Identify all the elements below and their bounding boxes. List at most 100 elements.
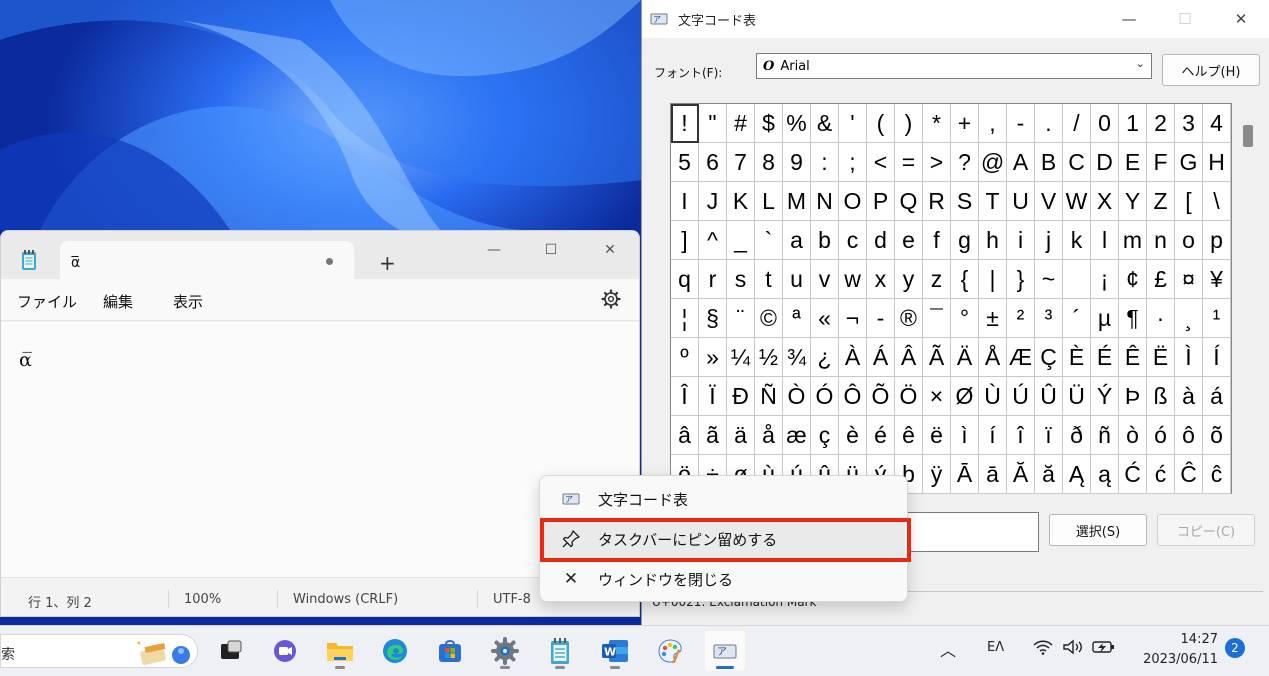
character-cell[interactable]: # — [727, 104, 755, 143]
character-cell[interactable]: © — [755, 299, 783, 338]
character-cell[interactable]: ] — [671, 221, 699, 260]
character-cell[interactable]: » — [699, 338, 727, 377]
character-cell[interactable]: ë — [923, 416, 951, 455]
character-cell[interactable]: @ — [979, 143, 1007, 182]
character-cell[interactable]: J — [699, 182, 727, 221]
characters-to-copy-field[interactable] — [905, 512, 1039, 552]
character-cell[interactable]: ì — [951, 416, 979, 455]
character-cell[interactable]: Ô — [839, 377, 867, 416]
character-cell[interactable]: Â — [895, 338, 923, 377]
character-cell[interactable]: ã — [699, 416, 727, 455]
character-cell[interactable]: Q — [895, 182, 923, 221]
character-cell[interactable]: Ć — [1119, 455, 1147, 494]
character-cell[interactable]: Z — [1147, 182, 1175, 221]
character-cell[interactable]: µ — [1091, 299, 1119, 338]
unsaved-dot-icon[interactable] — [326, 258, 333, 265]
character-cell[interactable]: j — [1035, 221, 1063, 260]
character-cell[interactable]: * — [923, 104, 951, 143]
minimize-button[interactable]: — — [1101, 0, 1157, 38]
character-cell[interactable]: â — [671, 416, 699, 455]
settings-icon[interactable] — [485, 631, 525, 671]
character-cell[interactable]: T — [979, 182, 1007, 221]
volume-icon[interactable] — [1062, 639, 1084, 655]
character-cell[interactable]: } — [1007, 260, 1035, 299]
character-cell[interactable]: n — [1147, 221, 1175, 260]
character-cell[interactable]: Ð — [727, 377, 755, 416]
character-cell[interactable]: ' — [839, 104, 867, 143]
character-cell[interactable]: ß — [1147, 377, 1175, 416]
character-cell[interactable]: = — [895, 143, 923, 182]
character-cell[interactable]: c — [839, 221, 867, 260]
character-cell[interactable]: : — [811, 143, 839, 182]
character-cell[interactable]: ¬ — [839, 299, 867, 338]
character-cell[interactable]: ă — [1035, 455, 1063, 494]
character-cell[interactable]: ¡ — [1091, 260, 1119, 299]
character-cell[interactable]: ¯ — [923, 299, 951, 338]
character-cell[interactable]: Ç — [1035, 338, 1063, 377]
character-cell[interactable]: Ý — [1091, 377, 1119, 416]
character-cell[interactable]: - — [867, 299, 895, 338]
character-cell[interactable]: § — [699, 299, 727, 338]
character-cell[interactable]: K — [727, 182, 755, 221]
character-cell[interactable]: Û — [1035, 377, 1063, 416]
character-cell[interactable]: Ü — [1063, 377, 1091, 416]
character-cell[interactable]: U — [1007, 182, 1035, 221]
character-cell[interactable]: à — [1175, 377, 1203, 416]
character-cell[interactable]: ¥ — [1203, 260, 1231, 299]
character-cell[interactable]: Ï — [699, 377, 727, 416]
character-cell[interactable]: ô — [1175, 416, 1203, 455]
character-cell[interactable]: õ — [1203, 416, 1231, 455]
character-cell[interactable]: ê — [895, 416, 923, 455]
character-cell[interactable]: g — [951, 221, 979, 260]
character-cell[interactable]: ` — [755, 221, 783, 260]
character-cell[interactable]: { — [951, 260, 979, 299]
character-cell[interactable]: f — [923, 221, 951, 260]
character-cell[interactable]: u — [783, 260, 811, 299]
character-cell[interactable]: È — [1063, 338, 1091, 377]
character-cell[interactable]: ! — [671, 104, 699, 143]
character-cell[interactable]: 6 — [699, 143, 727, 182]
character-cell[interactable]: Ø — [951, 377, 979, 416]
character-cell[interactable]: ç — [811, 416, 839, 455]
character-cell[interactable]: ² — [1007, 299, 1035, 338]
character-cell[interactable]: × — [923, 377, 951, 416]
character-cell[interactable]: Ë — [1147, 338, 1175, 377]
character-cell[interactable]: Y — [1119, 182, 1147, 221]
character-cell[interactable]: R — [923, 182, 951, 221]
character-cell[interactable]: Þ — [1119, 377, 1147, 416]
character-cell[interactable]: A — [1007, 143, 1035, 182]
character-cell[interactable]: ñ — [1091, 416, 1119, 455]
character-cell[interactable]: % — [783, 104, 811, 143]
character-cell[interactable]: ÿ — [923, 455, 951, 494]
paint-icon[interactable] — [650, 631, 690, 671]
help-button[interactable]: ヘルプ(H) — [1162, 54, 1260, 86]
character-cell[interactable]: Ą — [1063, 455, 1091, 494]
character-cell[interactable]: E — [1119, 143, 1147, 182]
character-cell[interactable]: Ò — [783, 377, 811, 416]
store-icon[interactable] — [430, 631, 470, 671]
character-cell[interactable]: _ — [727, 221, 755, 260]
character-cell[interactable]: h — [979, 221, 1007, 260]
character-cell[interactable]: ³ — [1035, 299, 1063, 338]
character-cell[interactable]: ò — [1119, 416, 1147, 455]
character-cell[interactable]: o — [1175, 221, 1203, 260]
character-cell[interactable]: ¿ — [811, 338, 839, 377]
character-cell[interactable]: ± — [979, 299, 1007, 338]
character-cell[interactable]: N — [811, 182, 839, 221]
character-cell[interactable]: > — [923, 143, 951, 182]
settings-gear-icon[interactable] — [601, 289, 621, 309]
character-cell[interactable]: æ — [783, 416, 811, 455]
character-cell[interactable]: F — [1147, 143, 1175, 182]
character-cell[interactable]: ? — [951, 143, 979, 182]
character-cell[interactable] — [1063, 260, 1091, 299]
character-cell[interactable]: L — [755, 182, 783, 221]
scrollbar-thumb[interactable] — [1243, 125, 1253, 147]
character-cell[interactable]: Ä — [951, 338, 979, 377]
character-cell[interactable]: ¦ — [671, 299, 699, 338]
character-cell[interactable]: Ā — [951, 455, 979, 494]
character-cell[interactable]: É — [1091, 338, 1119, 377]
character-cell[interactable]: å — [755, 416, 783, 455]
character-cell[interactable]: ½ — [755, 338, 783, 377]
character-cell[interactable]: | — [979, 260, 1007, 299]
character-cell[interactable]: Ñ — [755, 377, 783, 416]
